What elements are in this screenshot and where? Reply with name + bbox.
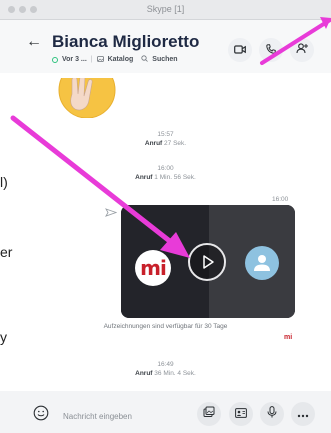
annotation-overlay: [10, 17, 331, 258]
annotation-arrow: [10, 115, 190, 258]
annotation-arrow-2: [260, 17, 331, 65]
